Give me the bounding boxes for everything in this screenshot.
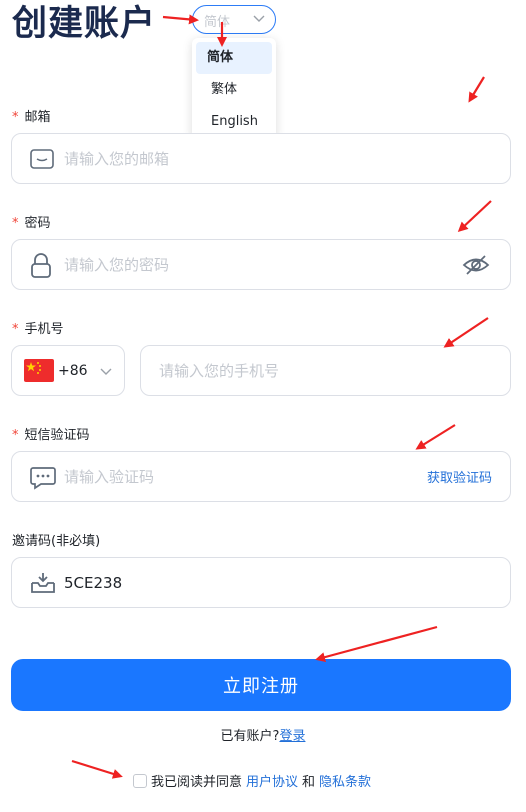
invite-code-input[interactable]: 5CE238 — [64, 558, 122, 607]
phone-input[interactable]: 请输入您的手机号 — [159, 346, 279, 395]
china-flag-icon — [24, 359, 54, 382]
password-label: * 密码 — [12, 216, 51, 231]
invite-code-field[interactable]: 5CE238 — [11, 557, 511, 608]
email-label: * 邮箱 — [12, 110, 51, 125]
arrow-password — [457, 200, 492, 233]
sms-code-input[interactable]: 请输入验证码 — [64, 452, 154, 501]
agreement-row: 我已阅读并同意 用户协议 和 隐私条款 — [133, 771, 371, 790]
terms-link[interactable]: 用户协议 — [246, 771, 298, 790]
register-button[interactable]: 立即注册 — [11, 659, 511, 711]
password-input[interactable]: 请输入您的密码 — [64, 240, 169, 289]
phone-field[interactable]: 请输入您的手机号 — [140, 345, 511, 396]
arrow-agreement — [71, 759, 123, 779]
lock-icon — [31, 253, 51, 278]
email-input[interactable]: 请输入您的邮箱 — [64, 134, 169, 183]
inbox-icon — [31, 573, 55, 593]
password-field[interactable]: 请输入您的密码 — [11, 239, 511, 290]
language-select[interactable]: 简体 — [192, 5, 276, 34]
email-field[interactable]: 请输入您的邮箱 — [11, 133, 511, 184]
privacy-link[interactable]: 隐私条款 — [319, 771, 371, 790]
arrow-register — [315, 625, 438, 663]
page-title: 创建账户 — [12, 4, 157, 44]
agreement-checkbox[interactable] — [133, 773, 147, 788]
sms-code-label: * 短信验证码 — [12, 428, 90, 443]
language-dropdown: 简体 繁体 English — [192, 38, 276, 141]
language-option-traditional[interactable]: 繁体 — [196, 74, 272, 106]
chevron-down-icon — [253, 15, 265, 22]
chat-icon — [30, 467, 56, 490]
country-code: +86 — [58, 362, 88, 379]
language-current: 简体 — [204, 15, 231, 30]
country-code-select[interactable]: +86 — [11, 345, 125, 396]
mail-icon — [30, 149, 54, 169]
sms-code-field[interactable]: 请输入验证码 获取验证码 — [11, 451, 511, 502]
phone-label: * 手机号 — [12, 322, 64, 337]
invite-code-label: 邀请码(非必填) — [12, 534, 101, 549]
get-code-button[interactable]: 获取验证码 — [427, 452, 492, 501]
arrow-sms — [415, 424, 456, 450]
language-option-simplified[interactable]: 简体 — [196, 42, 272, 74]
login-prompt: 已有账户?登录 — [220, 729, 306, 744]
chevron-down-icon — [100, 368, 112, 375]
eye-off-icon[interactable] — [462, 254, 490, 276]
arrow-email — [468, 76, 485, 103]
arrow-phone — [443, 317, 489, 348]
login-link[interactable]: 登录 — [279, 729, 305, 744]
